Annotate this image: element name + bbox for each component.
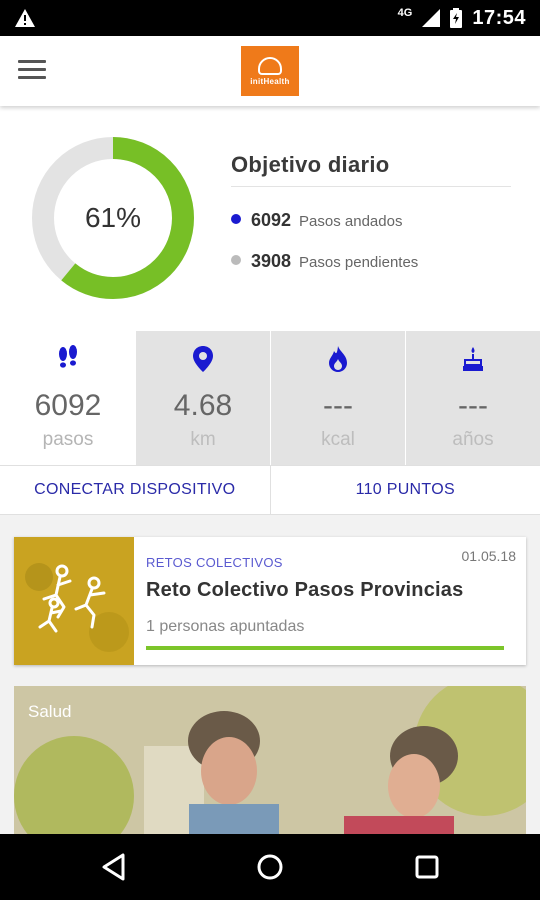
challenge-thumbnail — [14, 537, 134, 665]
app-bar: initHealth — [0, 36, 540, 106]
distance-unit: km — [190, 429, 216, 450]
health-card-label: Salud — [28, 702, 72, 721]
logo-mark — [258, 56, 282, 75]
steps-pending-label: Pasos pendientes — [299, 254, 419, 271]
goal-percent: 61% — [84, 202, 142, 233]
steps-walked-label: Pasos andados — [299, 213, 403, 230]
walked-dot — [231, 214, 241, 224]
steps-walked-row: 6092 Pasos andados — [231, 210, 402, 231]
warning-icon — [15, 9, 35, 27]
stat-distance[interactable]: 4.68 km — [135, 331, 270, 465]
divider — [231, 186, 511, 187]
recents-icon[interactable] — [412, 852, 442, 882]
back-icon[interactable] — [99, 852, 129, 882]
flame-icon — [329, 346, 347, 372]
clock: 17:54 — [472, 6, 526, 29]
cake-icon — [463, 347, 483, 371]
status-bar: 4G 17:54 — [0, 0, 540, 36]
calories-value: --- — [323, 389, 353, 422]
steps-unit: pasos — [42, 429, 94, 450]
steps-walked-value: 6092 — [251, 210, 292, 230]
system-nav-bar — [0, 834, 540, 900]
age-unit: años — [452, 429, 494, 450]
footsteps-icon — [59, 345, 77, 368]
steps-value: 6092 — [34, 389, 102, 422]
challenge-card[interactable]: RETOS COLECTIVOS 01.05.18 Reto Colectivo… — [14, 537, 526, 665]
distance-value: 4.68 — [173, 389, 233, 422]
challenge-participants: 1 personas apuntadas — [146, 618, 305, 635]
stat-calories[interactable]: --- kcal — [270, 331, 405, 465]
challenge-title: Reto Colectivo Pasos Provincias — [146, 579, 464, 601]
daily-goal-panel: 61% Objetivo diario 6092 Pasos andados 3… — [0, 106, 540, 331]
stats-row: 6092 pasos 4.68 km --- kcal --- años — [0, 331, 540, 465]
running-people-icon — [14, 537, 134, 665]
challenge-progress-bar — [146, 646, 504, 650]
steps-pending-value: 3908 — [251, 251, 292, 271]
pending-dot — [231, 255, 241, 265]
health-card[interactable]: Salud — [14, 686, 526, 834]
battery-icon — [450, 8, 463, 28]
challenge-category: RETOS COLECTIVOS — [146, 555, 283, 570]
goal-title: Objetivo diario — [231, 152, 390, 177]
location-pin-icon — [193, 346, 213, 372]
points-button[interactable]: 110 PUNTOS — [269, 466, 540, 514]
connect-device-button[interactable]: CONECTAR DISPOSITIVO — [0, 466, 270, 514]
stat-age[interactable]: --- años — [405, 331, 540, 465]
signal-icon — [422, 9, 441, 27]
home-icon[interactable] — [255, 852, 285, 882]
age-value: --- — [458, 389, 488, 422]
main-content: 61% Objetivo diario 6092 Pasos andados 3… — [0, 106, 540, 834]
action-bar: CONECTAR DISPOSITIVO 110 PUNTOS — [0, 465, 540, 515]
calories-unit: kcal — [321, 429, 355, 450]
network-type: 4G — [397, 7, 413, 19]
health-card-photo — [14, 686, 526, 834]
app-logo: initHealth — [241, 46, 299, 96]
challenge-date: 01.05.18 — [461, 548, 517, 564]
steps-pending-row: 3908 Pasos pendientes — [231, 251, 418, 272]
challenge-progress-fill — [146, 646, 504, 650]
menu-icon[interactable] — [18, 60, 46, 82]
stat-steps[interactable]: 6092 pasos — [0, 331, 135, 465]
logo-text: initHealth — [250, 76, 290, 86]
